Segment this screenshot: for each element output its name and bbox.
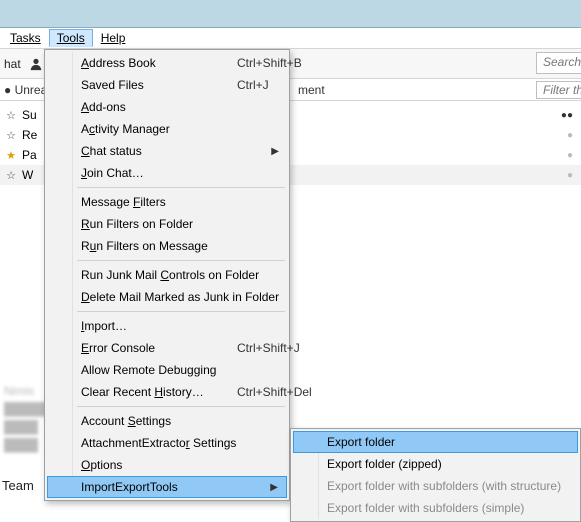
filter-input[interactable]: Filter th — [536, 81, 581, 99]
list-item-text: Re — [18, 128, 37, 142]
column-fragment[interactable]: ment — [298, 83, 325, 97]
menubar: Tasks Tools Help — [0, 28, 581, 49]
menu-separator — [77, 260, 285, 261]
star-icon[interactable]: ☆ — [4, 169, 18, 182]
person-icon[interactable] — [29, 57, 43, 71]
star-icon[interactable]: ☆ — [4, 129, 18, 142]
menu-tasks[interactable]: Tasks — [2, 29, 49, 47]
shortcut-text: Ctrl+J — [237, 78, 269, 92]
submenu-export-zipped[interactable]: Export folder (zipped) — [293, 453, 578, 475]
menu-addons[interactable]: Add-ons — [47, 96, 287, 118]
shortcut-text: Ctrl+Shift+J — [237, 341, 300, 355]
submenu-export-folder[interactable]: Export folder — [293, 431, 578, 453]
menu-attachment-extractor[interactable]: AttachmentExtractor Settings — [47, 432, 287, 454]
status-dot-icon: ● — [567, 130, 573, 141]
menu-join-chat[interactable]: Join Chat… — [47, 162, 287, 184]
menu-help[interactable]: Help — [93, 29, 134, 47]
team-label-fragment: Team — [2, 478, 34, 493]
tools-dropdown: Address Book Ctrl+Shift+B Saved Files Ct… — [44, 49, 290, 501]
star-icon[interactable]: ★ — [4, 149, 18, 162]
menu-separator — [77, 187, 285, 188]
menu-separator — [77, 311, 285, 312]
status-dot-icon: ● — [567, 170, 573, 181]
menu-import-export-tools[interactable]: ImportExportTools ▶ — [47, 476, 287, 498]
menu-account-settings[interactable]: Account Settings — [47, 410, 287, 432]
list-item-text: Su — [18, 108, 37, 122]
menu-chat-status[interactable]: Chat status ▶ — [47, 140, 287, 162]
submenu-export-structure: Export folder with subfolders (with stru… — [293, 475, 578, 497]
shortcut-text: Ctrl+Shift+B — [237, 56, 302, 70]
search-input[interactable]: Search — [536, 52, 581, 74]
menu-separator — [77, 406, 285, 407]
menu-saved-files[interactable]: Saved Files Ctrl+J — [47, 74, 287, 96]
star-icon[interactable]: ☆ — [4, 109, 18, 122]
status-dot-icon: ● — [567, 150, 573, 161]
list-item-text: Pa — [18, 148, 37, 162]
blurred-sidebar-fragment: Nimis █████ ████ ████ — [0, 382, 44, 454]
chat-label-fragment: hat — [0, 57, 21, 71]
chevron-right-icon: ▶ — [271, 146, 279, 157]
menu-run-filters-message[interactable]: Run Filters on Message — [47, 235, 287, 257]
unread-column-fragment[interactable]: ● Unrea — [0, 83, 47, 97]
window-titlebar — [0, 0, 581, 28]
list-item-text: W — [18, 168, 33, 182]
menu-tools[interactable]: Tools — [49, 29, 93, 47]
status-dot-icon: ●● — [561, 110, 573, 121]
menu-delete-junk[interactable]: Delete Mail Marked as Junk in Folder — [47, 286, 287, 308]
menu-allow-remote-debugging[interactable]: Allow Remote Debugging — [47, 359, 287, 381]
chevron-right-icon: ▶ — [270, 482, 278, 493]
menu-error-console[interactable]: Error Console Ctrl+Shift+J — [47, 337, 287, 359]
menu-import[interactable]: Import… — [47, 315, 287, 337]
menu-clear-history[interactable]: Clear Recent History… Ctrl+Shift+Del — [47, 381, 287, 403]
menu-message-filters[interactable]: Message Filters — [47, 191, 287, 213]
menu-run-filters-folder[interactable]: Run Filters on Folder — [47, 213, 287, 235]
menu-run-junk[interactable]: Run Junk Mail Controls on Folder — [47, 264, 287, 286]
submenu-export-simple: Export folder with subfolders (simple) — [293, 497, 578, 519]
menu-activity-manager[interactable]: Activity Manager — [47, 118, 287, 140]
import-export-submenu: Export folder Export folder (zipped) Exp… — [290, 428, 581, 522]
shortcut-text: Ctrl+Shift+Del — [237, 385, 312, 399]
menu-options[interactable]: Options — [47, 454, 287, 476]
menu-address-book[interactable]: Address Book Ctrl+Shift+B — [47, 52, 287, 74]
